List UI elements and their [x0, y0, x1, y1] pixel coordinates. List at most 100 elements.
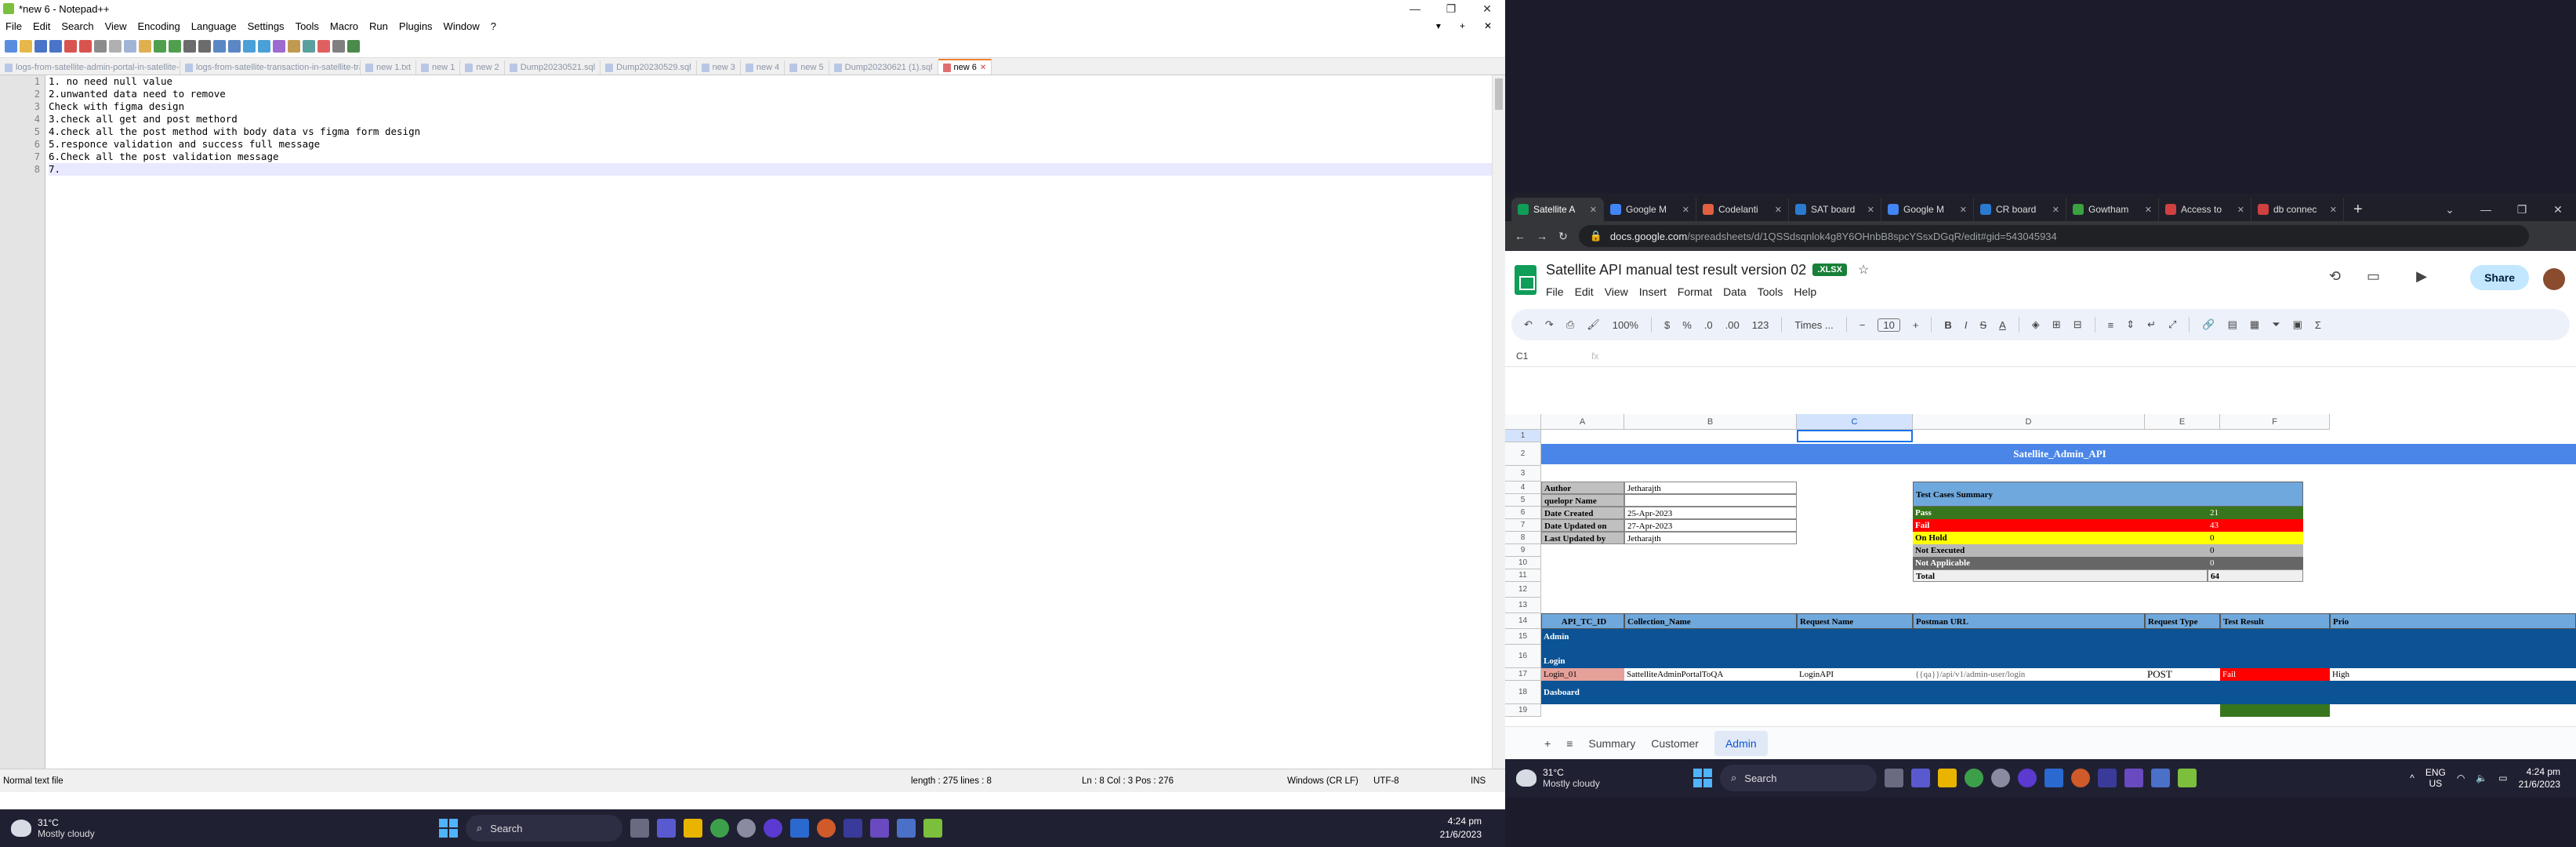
replace-icon[interactable] — [198, 39, 211, 53]
chrome-tab[interactable]: Access to ✕ — [2159, 198, 2251, 221]
avatar[interactable] — [2543, 268, 2565, 290]
meta-key[interactable]: Last Updated by — [1541, 532, 1624, 544]
menu-run[interactable]: Run — [364, 20, 394, 32]
functions-icon[interactable]: Σ — [2315, 319, 2321, 331]
editor-line[interactable]: 3.check all get and post methord — [49, 113, 1492, 125]
tab-close-icon[interactable]: ✕ — [2052, 205, 2059, 215]
menu-edit[interactable]: Edit — [1575, 285, 1594, 298]
summary-val-notexec[interactable]: 0 — [2208, 544, 2303, 557]
tab-close-icon[interactable]: ✕ — [1867, 205, 1874, 215]
row-header[interactable]: 6 — [1505, 507, 1541, 519]
wifi-icon[interactable]: ◠ — [2457, 772, 2465, 783]
volume-icon[interactable]: 🔈 — [2476, 772, 2487, 783]
editor-area[interactable]: 12345678 1. no need null value 2.unwante… — [0, 75, 1505, 769]
row-header[interactable]: 15 — [1505, 629, 1541, 645]
sync-scroll-icon[interactable] — [243, 39, 256, 53]
maximize-button[interactable]: ❐ — [1433, 2, 1469, 16]
notepadpp-taskbar-icon[interactable] — [2178, 769, 2197, 787]
sheet-banner[interactable]: Satellite_Admin_API — [1541, 444, 2576, 464]
print-icon[interactable] — [94, 39, 107, 53]
file-explorer-icon[interactable] — [1938, 769, 1957, 787]
meta-value[interactable]: 25-Apr-2023 — [1624, 507, 1797, 519]
header-cell[interactable]: Request Name — [1797, 613, 1913, 629]
menu-settings[interactable]: Settings — [242, 20, 290, 32]
close-button[interactable]: ✕ — [1469, 2, 1505, 16]
star-icon[interactable]: ☆ — [1858, 262, 1869, 278]
strikethrough-icon[interactable]: S — [1979, 319, 1986, 331]
npp-tab[interactable]: new 5 — [785, 60, 829, 75]
row-header[interactable]: 19 — [1505, 704, 1541, 717]
editor-text[interactable]: 1. no need null value 2.unwanted data ne… — [45, 75, 1492, 769]
menu-file[interactable]: File — [1546, 285, 1564, 298]
editor-line[interactable]: 6.Check all the post validation message — [49, 151, 1492, 163]
postman-url-cell[interactable]: {{qa}}/api/v1/admin-user/login — [1913, 668, 2145, 681]
font-size-input[interactable]: 10 — [1878, 318, 1900, 332]
maximize-button[interactable]: ❐ — [2504, 198, 2540, 221]
row-header[interactable]: 2 — [1505, 442, 1541, 466]
task-view-icon[interactable] — [1885, 769, 1903, 787]
npp-tab[interactable]: Dump20230621 (1).sql — [829, 60, 938, 75]
meta-value[interactable]: 27-Apr-2023 — [1624, 519, 1797, 532]
summary-key-fail[interactable]: Fail — [1913, 519, 2208, 532]
percent-icon[interactable]: % — [1682, 319, 1692, 331]
vscode-icon[interactable] — [2044, 769, 2063, 787]
vertical-scrollbar[interactable] — [1492, 75, 1505, 769]
doc-map-icon[interactable] — [303, 39, 315, 53]
summary-val-na[interactable]: 0 — [2208, 557, 2303, 569]
new-tab-icon[interactable]: + — [2344, 198, 2372, 221]
italic-icon[interactable]: I — [1965, 319, 1968, 331]
npp-tab[interactable]: new 2 — [460, 60, 505, 75]
select-all-corner[interactable] — [1505, 414, 1541, 430]
fill-color-icon[interactable]: ◈ — [2032, 318, 2040, 331]
link-icon[interactable]: 🔗 — [2202, 318, 2215, 331]
row-header[interactable]: 8 — [1505, 532, 1541, 544]
menu-insert[interactable]: Insert — [1639, 285, 1667, 298]
taskbar-search[interactable]: ⌕ Search — [1720, 765, 1877, 791]
visual-studio-icon[interactable] — [844, 819, 862, 838]
npp-tab[interactable]: new 1.txt — [361, 60, 417, 75]
menu-format[interactable]: Format — [1678, 285, 1712, 298]
menu-data[interactable]: Data — [1723, 285, 1747, 298]
chrome-tab[interactable]: Google M ✕ — [1881, 198, 1974, 221]
forward-icon[interactable]: → — [1537, 230, 1547, 242]
language-indicator[interactable]: ENG US — [2425, 767, 2446, 789]
file-explorer-icon[interactable] — [684, 819, 702, 838]
open-file-icon[interactable] — [20, 39, 32, 53]
play-macro-icon[interactable] — [347, 39, 360, 53]
close-button[interactable]: ✕ — [2540, 198, 2576, 221]
row-header[interactable]: 17 — [1505, 668, 1541, 681]
stop-macro-icon[interactable] — [332, 39, 345, 53]
row-header[interactable]: 16 — [1505, 645, 1541, 668]
row-header[interactable]: 10 — [1505, 557, 1541, 569]
cut-icon[interactable] — [109, 39, 122, 53]
paste-icon[interactable] — [139, 39, 151, 53]
tab-close-icon[interactable]: ✕ — [2330, 205, 2337, 215]
result-cell[interactable] — [2220, 704, 2330, 717]
row-header[interactable]: 5 — [1505, 494, 1541, 507]
summary-val-hold[interactable]: 0 — [2208, 532, 2303, 544]
sheet-tab-customer[interactable]: Customer — [1651, 737, 1699, 750]
zoom-in-icon[interactable] — [213, 39, 226, 53]
menu-edit[interactable]: Edit — [27, 20, 56, 32]
tab-close-icon[interactable]: ✕ — [980, 64, 986, 72]
print-icon[interactable]: ⎙ — [1566, 318, 1574, 331]
save-all-icon[interactable] — [49, 39, 62, 53]
summary-title[interactable]: Test Cases Summary — [1913, 482, 2303, 507]
summary-key-total[interactable]: Total — [1913, 569, 2208, 582]
font-size-increase-icon[interactable]: + — [1913, 319, 1919, 331]
decrease-decimal-icon[interactable]: .0 — [1704, 319, 1713, 331]
increase-decimal-icon[interactable]: .00 — [1725, 319, 1740, 331]
npp-tab[interactable]: new 1 — [416, 60, 461, 75]
teams-icon[interactable] — [1911, 769, 1930, 787]
npp-tab[interactable]: logs-from-satellite-transaction-in-satel… — [180, 60, 361, 75]
npp-tab-active[interactable]: new 6 ✕ — [938, 59, 992, 75]
merge-cells-icon[interactable]: ⊟ — [2073, 318, 2082, 331]
meta-key[interactable]: Author — [1541, 482, 1624, 494]
row-header[interactable]: 12 — [1505, 582, 1541, 598]
menu-window[interactable]: Window — [438, 20, 485, 32]
filter-views-icon[interactable]: ▣ — [2293, 318, 2302, 331]
menu-language[interactable]: Language — [186, 20, 242, 32]
new-file-icon[interactable] — [5, 39, 17, 53]
header-cell[interactable]: Prio — [2330, 613, 2576, 629]
chrome-tab[interactable]: db connec ✕ — [2251, 198, 2344, 221]
